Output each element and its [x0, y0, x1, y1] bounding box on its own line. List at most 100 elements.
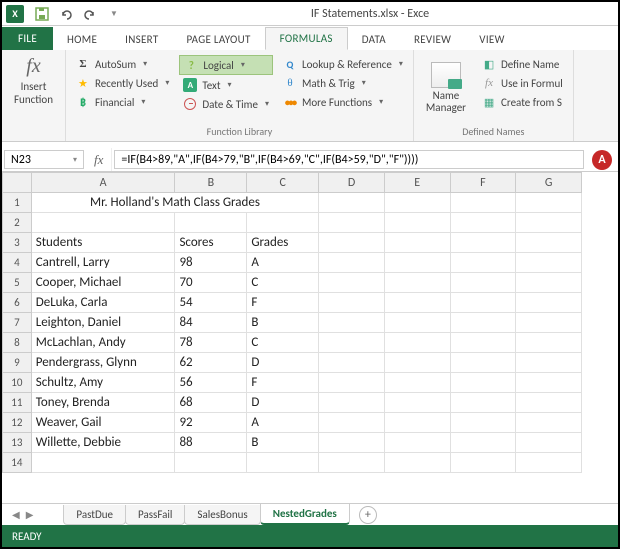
- name-box[interactable]: N23 ▾: [4, 150, 84, 169]
- cell[interactable]: 92: [175, 413, 247, 433]
- cell[interactable]: 54: [175, 293, 247, 313]
- sheet-tab-pastdue[interactable]: PastDue: [63, 505, 126, 525]
- cell[interactable]: [450, 413, 516, 433]
- formula-bar-input[interactable]: =IF(B4>89,"A",IF(B4>79,"B",IF(B4>69,"C",…: [114, 150, 584, 169]
- cell[interactable]: [175, 453, 247, 473]
- cell[interactable]: Cantrell, Larry: [31, 253, 175, 273]
- cell[interactable]: [450, 213, 516, 233]
- cell[interactable]: 62: [175, 353, 247, 373]
- cell[interactable]: Schultz, Amy: [31, 373, 175, 393]
- cell[interactable]: [319, 333, 385, 353]
- row-header[interactable]: 14: [3, 453, 32, 473]
- cell[interactable]: [247, 213, 319, 233]
- cell[interactable]: Cooper, Michael: [31, 273, 175, 293]
- cell[interactable]: [516, 293, 582, 313]
- col-header[interactable]: F: [450, 173, 516, 193]
- cell[interactable]: [450, 453, 516, 473]
- cell[interactable]: 56: [175, 373, 247, 393]
- redo-icon[interactable]: [82, 6, 98, 22]
- cell[interactable]: 88: [175, 433, 247, 453]
- financial-button[interactable]: ฿Financial▾: [72, 93, 173, 111]
- cell[interactable]: [450, 433, 516, 453]
- row-header[interactable]: 8: [3, 333, 32, 353]
- col-header[interactable]: D: [319, 173, 385, 193]
- sheet-tab-passfail[interactable]: PassFail: [125, 505, 185, 525]
- cell[interactable]: F: [247, 293, 319, 313]
- cell[interactable]: [516, 353, 582, 373]
- dropdown-icon[interactable]: ▾: [73, 155, 77, 165]
- cell[interactable]: [516, 253, 582, 273]
- cell[interactable]: Mr. Holland's Math Class Grades: [31, 193, 318, 213]
- define-name-button[interactable]: ◧Define Name: [478, 55, 567, 73]
- cell[interactable]: [384, 313, 450, 333]
- cell[interactable]: [319, 213, 385, 233]
- cell[interactable]: [319, 353, 385, 373]
- recently-used-button[interactable]: ★Recently Used▾: [72, 74, 173, 92]
- sheet-tab-nestedgrades[interactable]: NestedGrades: [260, 504, 350, 525]
- cell[interactable]: DeLuka, Carla: [31, 293, 175, 313]
- cell[interactable]: [384, 213, 450, 233]
- row-header[interactable]: 7: [3, 313, 32, 333]
- cell[interactable]: [516, 313, 582, 333]
- logical-button[interactable]: ?Logical▾: [179, 55, 273, 75]
- col-header[interactable]: G: [516, 173, 582, 193]
- cell[interactable]: [319, 233, 385, 253]
- save-icon[interactable]: [34, 6, 50, 22]
- autosum-button[interactable]: ΣAutoSum▾: [72, 55, 173, 73]
- qat-customize-icon[interactable]: ▼: [106, 6, 122, 22]
- more-functions-button[interactable]: •••More Functions▾: [279, 93, 407, 111]
- cell[interactable]: 98: [175, 253, 247, 273]
- cell[interactable]: Pendergrass, Glynn: [31, 353, 175, 373]
- cell[interactable]: [450, 333, 516, 353]
- cell[interactable]: [384, 193, 450, 213]
- tab-file[interactable]: FILE: [2, 27, 53, 50]
- cell[interactable]: B: [247, 433, 319, 453]
- cell[interactable]: [319, 413, 385, 433]
- cell[interactable]: C: [247, 333, 319, 353]
- cell[interactable]: Willette, Debbie: [31, 433, 175, 453]
- cell[interactable]: [516, 413, 582, 433]
- cell[interactable]: [450, 253, 516, 273]
- cell[interactable]: [319, 253, 385, 273]
- text-button[interactable]: AText▾: [179, 76, 273, 94]
- row-header[interactable]: 5: [3, 273, 32, 293]
- cell[interactable]: [450, 293, 516, 313]
- date-time-button[interactable]: Date & Time▾: [179, 95, 273, 113]
- row-header[interactable]: 3: [3, 233, 32, 253]
- cell[interactable]: [319, 433, 385, 453]
- cell[interactable]: F: [247, 373, 319, 393]
- cell[interactable]: [450, 353, 516, 373]
- spreadsheet-grid[interactable]: A B C D E F G 1 Mr. Holland's Math Class…: [2, 172, 582, 473]
- cell[interactable]: [384, 353, 450, 373]
- cell[interactable]: A: [247, 253, 319, 273]
- cell[interactable]: [516, 233, 582, 253]
- tab-formulas[interactable]: FORMULAS: [265, 27, 348, 50]
- cell[interactable]: McLachlan, Andy: [31, 333, 175, 353]
- cell[interactable]: [516, 193, 582, 213]
- cell[interactable]: [384, 293, 450, 313]
- sheet-nav-first-icon[interactable]: ◀: [12, 508, 20, 521]
- cell[interactable]: 68: [175, 393, 247, 413]
- cell[interactable]: 70: [175, 273, 247, 293]
- undo-icon[interactable]: [58, 6, 74, 22]
- create-from-selection-button[interactable]: ▦Create from S: [478, 93, 567, 111]
- cell[interactable]: [450, 373, 516, 393]
- tab-home[interactable]: HOME: [53, 29, 111, 50]
- cell[interactable]: [450, 233, 516, 253]
- cell[interactable]: [319, 453, 385, 473]
- cell[interactable]: [384, 413, 450, 433]
- cell[interactable]: C: [247, 273, 319, 293]
- cell[interactable]: [319, 193, 385, 213]
- cell[interactable]: [516, 273, 582, 293]
- row-header[interactable]: 10: [3, 373, 32, 393]
- cell[interactable]: [450, 193, 516, 213]
- row-header[interactable]: 2: [3, 213, 32, 233]
- sheet-nav-last-icon[interactable]: ▶: [26, 508, 34, 521]
- tab-insert[interactable]: INSERT: [111, 29, 172, 50]
- cell[interactable]: [516, 213, 582, 233]
- fx-button[interactable]: fx: [86, 148, 112, 171]
- cell[interactable]: Weaver, Gail: [31, 413, 175, 433]
- cell[interactable]: [516, 433, 582, 453]
- col-header[interactable]: E: [384, 173, 450, 193]
- col-header[interactable]: C: [247, 173, 319, 193]
